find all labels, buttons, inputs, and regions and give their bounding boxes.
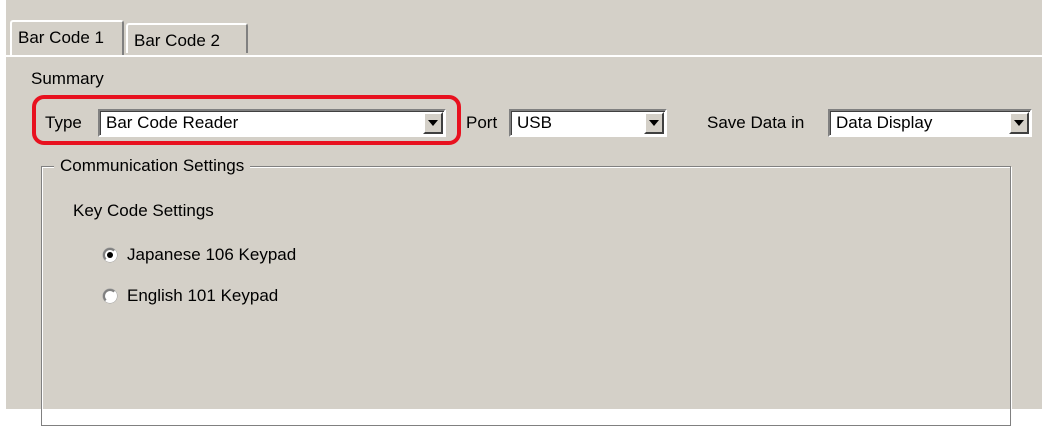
japanese-106-keypad-label[interactable]: Japanese 106 Keypad [127,245,296,265]
tab-bar-code-2[interactable]: Bar Code 2 [126,23,248,53]
save-data-label: Save Data in [707,113,805,132]
radio-japanese-106-keypad[interactable] [103,248,117,262]
summary-label: Summary [31,69,104,88]
communication-settings-legend: Communication Settings [54,156,251,176]
tab-label: Bar Code 1 [18,28,104,47]
port-dropdown[interactable]: USB [509,109,667,137]
tab-bar-code-1[interactable]: Bar Code 1 [10,20,124,55]
english-101-keypad-label[interactable]: English 101 Keypad [127,286,278,306]
chevron-down-icon[interactable] [644,112,664,134]
port-label: Port [466,113,498,132]
save-data-value: Data Display [836,113,933,132]
radio-selected-dot [107,252,113,258]
type-highlight-callout [32,95,461,145]
tab-label: Bar Code 2 [134,31,220,50]
tab-divider [6,55,1042,57]
key-code-settings-label: Key Code Settings [73,201,214,220]
save-data-dropdown[interactable]: Data Display [828,109,1032,137]
port-value: USB [517,113,552,132]
radio-english-101-keypad[interactable] [103,289,117,303]
chevron-down-icon[interactable] [1009,112,1029,134]
